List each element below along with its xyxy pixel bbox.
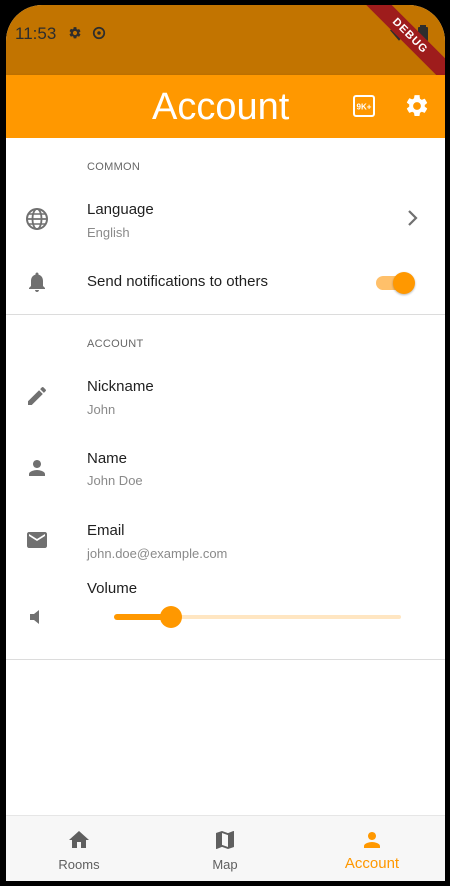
status-settings-icon bbox=[68, 26, 82, 45]
language-title: Language bbox=[87, 201, 154, 218]
app-bar: Account 9K+ bbox=[6, 75, 445, 138]
section-divider-bottom bbox=[6, 659, 445, 660]
person-icon bbox=[360, 828, 384, 857]
nickname-tile[interactable]: Nickname John bbox=[6, 360, 445, 426]
pencil-icon bbox=[25, 384, 49, 413]
home-icon bbox=[67, 828, 91, 857]
email-tile[interactable]: Email john.doe@example.com bbox=[6, 504, 445, 570]
svg-text:9K+: 9K+ bbox=[357, 103, 372, 112]
name-tile[interactable]: Name John Doe bbox=[6, 432, 445, 498]
settings-icon[interactable] bbox=[404, 93, 430, 124]
nav-item-map[interactable]: Map bbox=[152, 816, 298, 881]
page-title: Account bbox=[152, 86, 290, 128]
language-tile[interactable]: Language English bbox=[6, 183, 445, 249]
notifications-toggle[interactable] bbox=[376, 271, 416, 295]
nickname-value: John bbox=[87, 402, 116, 417]
mail-icon bbox=[25, 528, 49, 557]
chevron-right-icon bbox=[406, 210, 420, 231]
toggle-thumb bbox=[393, 272, 415, 294]
language-value: English bbox=[87, 225, 130, 240]
status-bar: 11:53 DEBUG bbox=[6, 5, 445, 96]
volume-title: Volume bbox=[87, 580, 138, 597]
email-title: Email bbox=[87, 522, 125, 539]
9k-plus-icon[interactable]: 9K+ bbox=[353, 95, 375, 122]
email-value: john.doe@example.com bbox=[87, 546, 228, 561]
name-title: Name bbox=[87, 450, 128, 467]
notifications-title: Send notifications to others bbox=[87, 273, 268, 290]
phone-screen: 11:53 DEBUG Account 9K+ COMMON Language … bbox=[6, 5, 445, 881]
language-globe-icon bbox=[25, 207, 49, 236]
nav-label-map: Map bbox=[212, 857, 238, 872]
person-icon bbox=[25, 456, 49, 485]
section-header-common: COMMON bbox=[87, 161, 141, 173]
bell-icon bbox=[25, 270, 49, 299]
nav-label-account: Account bbox=[344, 855, 400, 872]
volume-slider[interactable] bbox=[114, 605, 401, 629]
map-icon bbox=[213, 828, 237, 857]
bottom-navigation: Rooms Map Account bbox=[6, 815, 445, 881]
nickname-title: Nickname bbox=[87, 378, 154, 395]
settings-list: COMMON Language English Send notificatio… bbox=[6, 138, 445, 815]
status-sync-icon bbox=[92, 26, 106, 45]
nav-label-rooms: Rooms bbox=[58, 857, 100, 872]
nav-item-account[interactable]: Account bbox=[299, 816, 445, 881]
nav-item-rooms[interactable]: Rooms bbox=[6, 816, 152, 881]
status-time: 11:53 bbox=[15, 24, 57, 43]
slider-thumb[interactable] bbox=[160, 606, 183, 628]
section-divider bbox=[6, 314, 445, 315]
name-value: John Doe bbox=[87, 473, 143, 488]
volume-down-icon bbox=[28, 608, 46, 631]
section-header-account: ACCOUNT bbox=[87, 338, 144, 350]
